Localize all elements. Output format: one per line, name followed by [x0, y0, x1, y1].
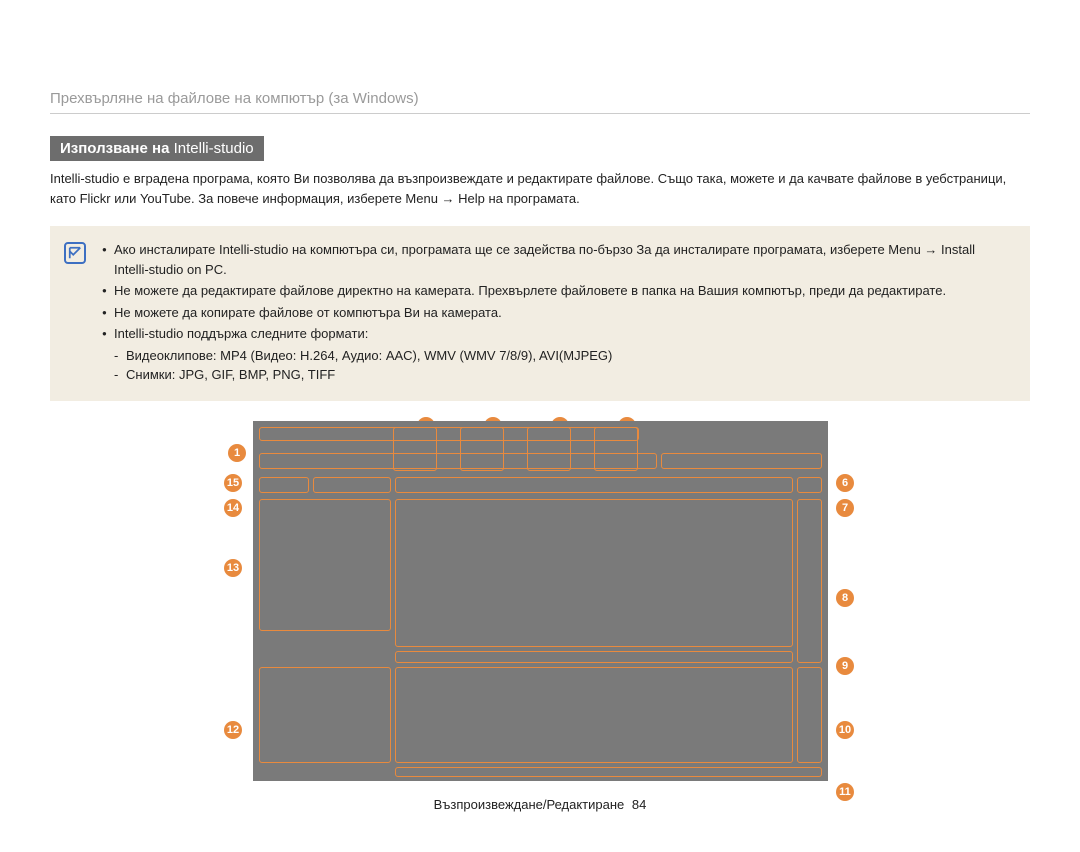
- callout-6: 6: [836, 474, 854, 492]
- callout-7: 7: [836, 499, 854, 517]
- hl-panel-bl: [259, 667, 391, 763]
- hl-strip-main-2: [395, 651, 793, 663]
- hl-panel-right: [797, 499, 822, 663]
- footer-section: Възпроизвеждане/Редактиране: [434, 797, 625, 812]
- section-heading: Използване на Intelli-studio: [50, 136, 264, 161]
- callout-12: 12: [224, 721, 242, 739]
- hl-menubar: [259, 427, 639, 441]
- hl-strip-left: [259, 453, 657, 469]
- page-footer: Възпроизвеждане/Редактиране 84: [50, 797, 1030, 812]
- note-item: Не можете да редактирате файлове директн…: [102, 281, 1010, 301]
- note-box: Ако инсталирате Intelli-studio на компют…: [50, 226, 1030, 401]
- hl-panel-bm: [395, 667, 793, 763]
- hl-strip-right: [661, 453, 822, 469]
- note-list: Ако инсталирате Intelli-studio на компют…: [102, 240, 1010, 387]
- note-subitem: Видеоклипове: MP4 (Видео: H.264, Аудио: …: [114, 346, 1010, 366]
- callout-8: 8: [836, 589, 854, 607]
- screenshot-placeholder: [253, 421, 828, 781]
- note-item: Не можете да копирате файлове от компютъ…: [102, 303, 1010, 323]
- hl-tab-b: [313, 477, 391, 493]
- callout-14: 14: [224, 499, 242, 517]
- callout-9: 9: [836, 657, 854, 675]
- hl-panel-left: [259, 499, 391, 631]
- note-subitem: Снимки: JPG, GIF, BMP, PNG, TIFF: [114, 365, 1010, 385]
- callout-1: 1: [228, 444, 246, 462]
- callout-11: 11: [836, 783, 854, 801]
- intro-paragraph: Intelli-studio е вградена програма, коят…: [50, 169, 1030, 208]
- note-icon: [64, 242, 86, 264]
- footer-page-number: 84: [632, 797, 646, 812]
- hl-tab-a: [259, 477, 309, 493]
- hl-panel-main: [395, 499, 793, 647]
- hl-tab-c: [395, 477, 793, 493]
- callout-10: 10: [836, 721, 854, 739]
- hl-panel-r2: [797, 667, 822, 763]
- note-item: Ако инсталирате Intelli-studio на компют…: [102, 240, 1010, 279]
- breadcrumb: Прехвърляне на файлове на компютър (за W…: [50, 90, 1030, 114]
- figure: 2 3 4 5 1 15 14 13 12 6 7 8 9 10 11: [220, 421, 860, 781]
- hl-tab-d: [797, 477, 822, 493]
- note-item: Intelli-studio поддържа следните формати…: [102, 324, 1010, 385]
- section-heading-bold: Използване на: [60, 140, 169, 157]
- callout-15: 15: [224, 474, 242, 492]
- hl-panel-bottom: [395, 767, 822, 777]
- callout-13: 13: [224, 559, 242, 577]
- section-heading-light: Intelli-studio: [169, 140, 253, 157]
